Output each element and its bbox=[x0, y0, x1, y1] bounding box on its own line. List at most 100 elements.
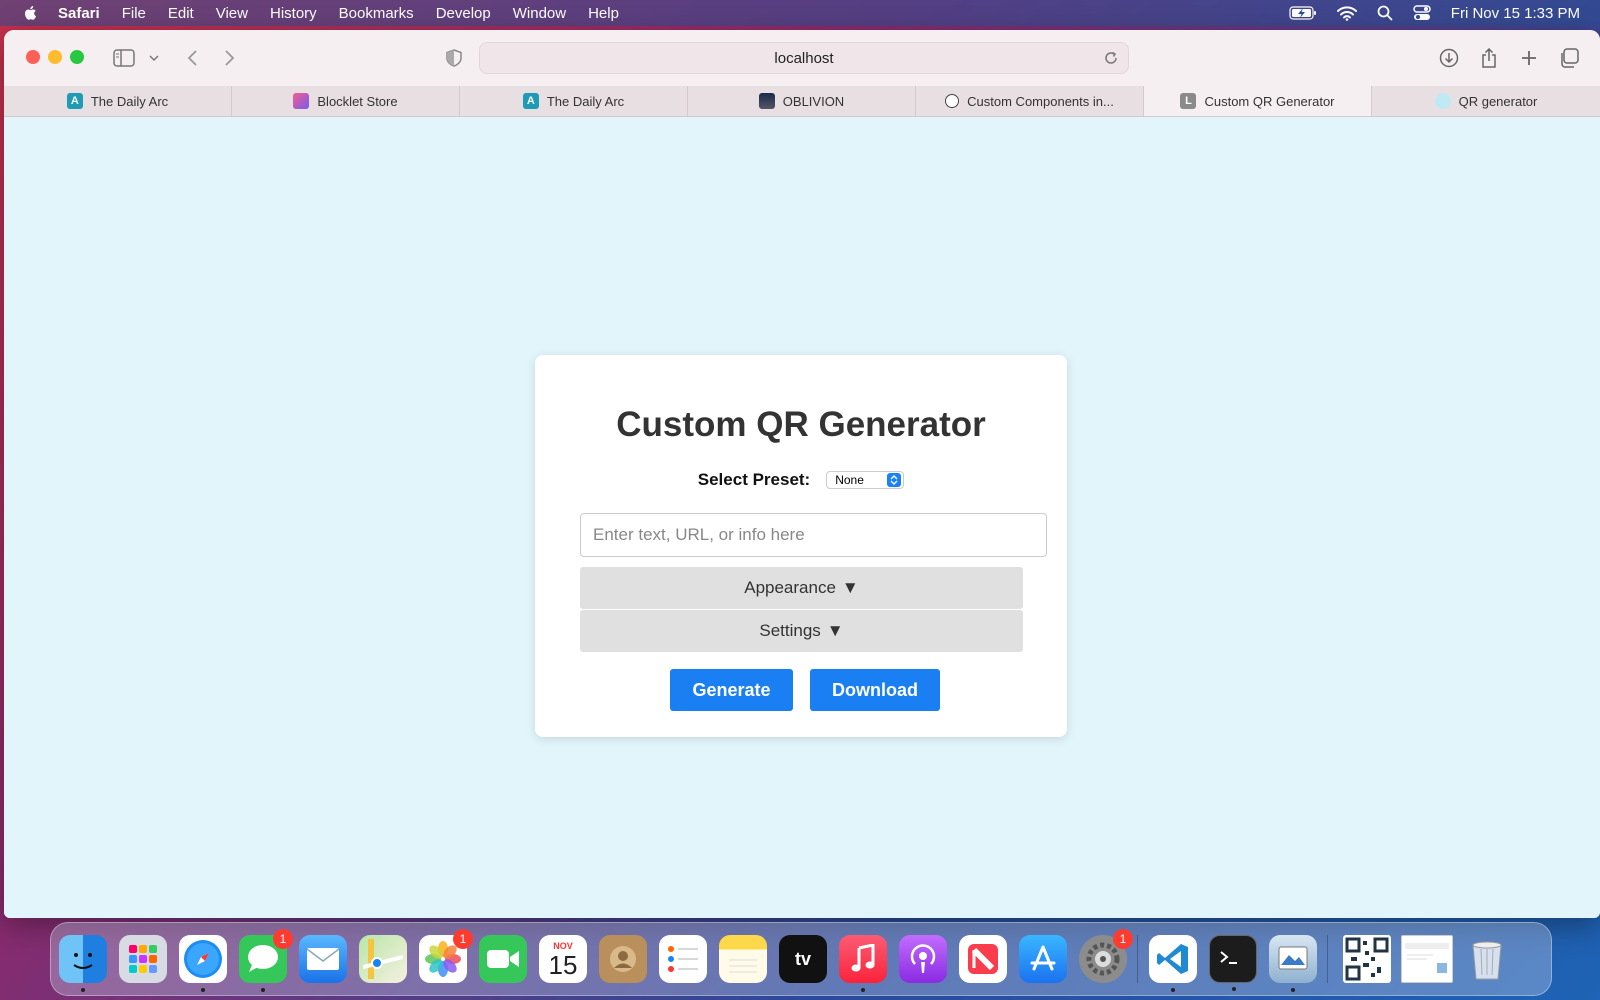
preset-row: Select Preset: None bbox=[535, 470, 1067, 490]
sidebar-toggle-icon[interactable] bbox=[112, 46, 136, 70]
tab-oblivion[interactable]: OBLIVION bbox=[688, 86, 916, 116]
address-bar[interactable]: localhost bbox=[479, 42, 1129, 74]
qr-content-input[interactable] bbox=[580, 513, 1047, 557]
back-arrow-icon[interactable] bbox=[180, 46, 204, 70]
running-indicator bbox=[861, 988, 865, 992]
tab-blocklet-store[interactable]: Blocklet Store bbox=[232, 86, 460, 116]
terminal-icon[interactable] bbox=[1209, 935, 1257, 991]
finder-icon[interactable] bbox=[59, 935, 107, 992]
trash-icon[interactable] bbox=[1463, 935, 1511, 983]
running-indicator bbox=[261, 988, 265, 992]
tab-custom-qr-generator[interactable]: L Custom QR Generator bbox=[1144, 86, 1372, 116]
browser-toolbar: localhost bbox=[4, 30, 1600, 87]
news-icon[interactable] bbox=[959, 935, 1007, 983]
letter-l-favicon-icon: L bbox=[1180, 93, 1197, 109]
oblivion-favicon-icon bbox=[758, 93, 775, 109]
system-settings-icon[interactable]: 1 bbox=[1079, 929, 1133, 983]
openai-favicon-icon bbox=[945, 94, 960, 108]
tab-the-daily-arc[interactable]: A The Daily Arc bbox=[4, 86, 232, 116]
calendar-day: 15 bbox=[548, 950, 578, 980]
new-tab-plus-icon[interactable] bbox=[1517, 46, 1541, 70]
appearance-toggle[interactable]: Appearance ▼ bbox=[580, 567, 1023, 609]
menu-window[interactable]: Window bbox=[513, 5, 566, 22]
tab-qr-generator[interactable]: QR generator bbox=[1372, 86, 1600, 116]
settings-toggle[interactable]: Settings ▼ bbox=[580, 610, 1023, 652]
photos-badge: 1 bbox=[453, 929, 473, 949]
dock: 1 1 NOV 15 tv 1 bbox=[50, 922, 1552, 996]
menu-bar-status: Fri Nov 15 1:33 PM bbox=[1289, 0, 1580, 26]
minimize-window-button[interactable] bbox=[48, 50, 62, 64]
apple-tv-icon[interactable]: tv bbox=[779, 935, 827, 983]
maps-icon[interactable] bbox=[359, 935, 407, 983]
control-center-icon[interactable] bbox=[1413, 5, 1431, 21]
menu-view[interactable]: View bbox=[216, 5, 248, 22]
facetime-icon[interactable] bbox=[479, 935, 527, 983]
downloads-icon[interactable] bbox=[1437, 46, 1461, 70]
menu-safari[interactable]: Safari bbox=[58, 5, 100, 22]
contacts-icon[interactable] bbox=[599, 935, 647, 983]
menu-edit[interactable]: Edit bbox=[168, 5, 194, 22]
notes-icon[interactable] bbox=[719, 935, 767, 983]
address-bar-url: localhost bbox=[774, 49, 834, 67]
tab-label: OBLIVION bbox=[782, 93, 845, 109]
tab-label: Custom Components in... bbox=[967, 93, 1114, 109]
safari-window: localhost A The Daily Arc Blocklet Store bbox=[4, 30, 1600, 918]
spotlight-search-icon[interactable] bbox=[1377, 5, 1393, 21]
select-stepper-icon bbox=[887, 473, 902, 487]
tab-bar: A The Daily Arc Blocklet Store A The Dai… bbox=[4, 86, 1600, 117]
tab-the-daily-arc-2[interactable]: A The Daily Arc bbox=[460, 86, 688, 116]
podcasts-icon[interactable] bbox=[899, 935, 947, 983]
tab-overview-icon[interactable] bbox=[1557, 46, 1581, 70]
tab-custom-components[interactable]: Custom Components in... bbox=[916, 86, 1144, 116]
reminders-icon[interactable] bbox=[659, 935, 707, 983]
appearance-label: Appearance bbox=[744, 578, 836, 597]
messages-icon[interactable]: 1 bbox=[239, 929, 293, 992]
mail-icon[interactable] bbox=[299, 935, 347, 983]
menu-help[interactable]: Help bbox=[588, 5, 619, 22]
qr-generator-card: Custom QR Generator Select Preset: None … bbox=[535, 355, 1067, 737]
reload-icon[interactable] bbox=[1102, 49, 1120, 67]
close-window-button[interactable] bbox=[26, 50, 40, 64]
menu-bookmarks[interactable]: Bookmarks bbox=[339, 5, 414, 22]
page-content: Custom QR Generator Select Preset: None … bbox=[4, 117, 1600, 918]
preset-label: Select Preset: bbox=[697, 470, 811, 489]
triangle-down-icon: ▼ bbox=[841, 578, 859, 597]
page-title: Custom QR Generator bbox=[616, 405, 986, 444]
generate-button[interactable]: Generate bbox=[670, 669, 793, 711]
tab-label: Blocklet Store bbox=[317, 93, 398, 109]
menu-history[interactable]: History bbox=[270, 5, 317, 22]
menu-file[interactable]: File bbox=[122, 5, 146, 22]
forward-arrow-icon[interactable] bbox=[218, 46, 242, 70]
window-thumbnail-icon[interactable] bbox=[1401, 935, 1453, 983]
wifi-icon[interactable] bbox=[1336, 5, 1357, 21]
safari-icon[interactable] bbox=[179, 935, 227, 992]
fullscreen-window-button[interactable] bbox=[70, 50, 84, 64]
launchpad-icon[interactable] bbox=[119, 935, 167, 983]
privacy-shield-icon[interactable] bbox=[442, 46, 466, 70]
vscode-icon[interactable] bbox=[1149, 935, 1197, 992]
react-favicon-icon bbox=[1434, 93, 1451, 109]
tab-label: QR generator bbox=[1458, 93, 1538, 109]
daily-arc-favicon-icon: A bbox=[66, 93, 83, 109]
daily-arc-favicon-icon: A bbox=[522, 93, 539, 109]
calendar-icon[interactable]: NOV 15 bbox=[539, 935, 587, 983]
battery-charging-icon[interactable] bbox=[1289, 6, 1317, 20]
preset-select-value: None bbox=[835, 473, 864, 487]
running-indicator bbox=[1171, 988, 1175, 992]
messages-badge: 1 bbox=[273, 929, 293, 949]
preset-select[interactable]: None bbox=[826, 471, 905, 489]
dock-separator bbox=[1137, 935, 1138, 983]
download-button[interactable]: Download bbox=[810, 669, 940, 711]
settings-badge: 1 bbox=[1113, 929, 1133, 949]
share-icon[interactable] bbox=[1477, 46, 1501, 70]
qr-code-thumbnail-icon[interactable] bbox=[1343, 935, 1391, 983]
tab-label: The Daily Arc bbox=[90, 93, 169, 109]
apple-menu-icon[interactable] bbox=[22, 4, 40, 22]
photos-icon[interactable]: 1 bbox=[419, 929, 473, 983]
preview-icon[interactable] bbox=[1269, 935, 1317, 992]
menu-bar-clock[interactable]: Fri Nov 15 1:33 PM bbox=[1451, 5, 1580, 22]
music-icon[interactable] bbox=[839, 935, 887, 992]
app-store-icon[interactable] bbox=[1019, 935, 1067, 983]
menu-develop[interactable]: Develop bbox=[436, 5, 491, 22]
chevron-down-icon[interactable] bbox=[142, 46, 166, 70]
